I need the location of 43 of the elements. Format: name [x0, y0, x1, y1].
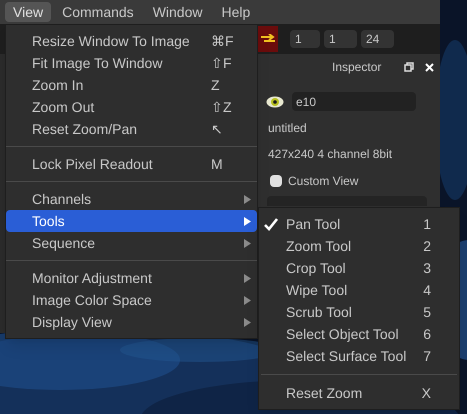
- menu-item[interactable]: Wipe Tool 4: [259, 279, 459, 301]
- arrows-icon: [261, 34, 275, 44]
- menu-item[interactable]: Channels: [6, 188, 257, 210]
- menu-item[interactable]: Zoom Out ⇧Z: [6, 96, 257, 118]
- menu-item[interactable]: Tools: [6, 210, 257, 232]
- submenu-arrow-icon: [244, 296, 251, 304]
- eye-icon[interactable]: [266, 96, 284, 108]
- menu-item[interactable]: Scrub Tool 5: [259, 301, 459, 323]
- menu-title[interactable]: Commands: [54, 2, 142, 22]
- number-field[interactable]: 24: [361, 30, 394, 48]
- menu-title[interactable]: View: [5, 2, 52, 22]
- checkbox[interactable]: [270, 175, 282, 187]
- menu-item[interactable]: Fit Image To Window ⇧F: [6, 52, 257, 74]
- submenu-arrow-icon: [244, 216, 251, 226]
- image-info: 427x240 4 channel 8bit: [267, 146, 394, 163]
- menu-item[interactable]: Resize Window To Image ⌘F: [6, 30, 257, 52]
- number-field[interactable]: 1: [290, 30, 320, 48]
- menu-item[interactable]: Reset Zoom/Pan ↖: [6, 118, 257, 140]
- menu-item[interactable]: Display View: [6, 311, 257, 333]
- menu-item[interactable]: Image Color Space: [6, 289, 257, 311]
- restore-icon[interactable]: [404, 62, 414, 72]
- submenu-arrow-icon: [244, 274, 251, 282]
- close-icon[interactable]: [425, 62, 434, 72]
- checkbox-label: Custom View: [288, 173, 358, 190]
- menu-item[interactable]: Select Surface Tool 7: [259, 345, 459, 367]
- submenu-arrow-icon: [244, 194, 251, 204]
- menu-title[interactable]: Window: [144, 2, 210, 22]
- menu-item[interactable]: Zoom In Z: [6, 74, 257, 96]
- number-field[interactable]: 1: [324, 30, 357, 48]
- menu-title[interactable]: Help: [213, 2, 258, 22]
- menu-item[interactable]: Pan Tool 1: [259, 213, 459, 235]
- menu-item[interactable]: Crop Tool 3: [259, 257, 459, 279]
- image-name: untitled: [267, 120, 308, 137]
- menu-item[interactable]: Zoom Tool 2: [259, 235, 459, 257]
- menu-item[interactable]: Sequence: [6, 232, 257, 254]
- loop-button[interactable]: [258, 26, 278, 52]
- layer-name-field[interactable]: e10: [292, 92, 416, 111]
- submenu-arrow-icon: [244, 238, 251, 248]
- menu-item[interactable]: Lock Pixel Readout M: [6, 153, 257, 175]
- panel-title: Inspector: [332, 59, 382, 76]
- menu-item[interactable]: Monitor Adjustment: [6, 267, 257, 289]
- menu-item[interactable]: Select Object Tool 6: [259, 323, 459, 345]
- submenu-arrow-icon: [244, 318, 251, 326]
